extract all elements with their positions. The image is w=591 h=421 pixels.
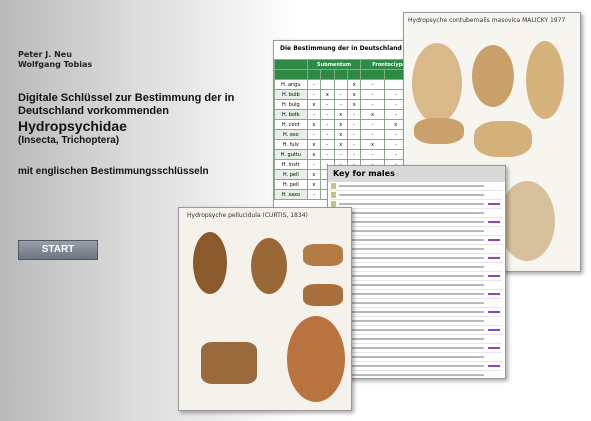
key-entry bbox=[331, 263, 502, 272]
key-entry bbox=[331, 299, 502, 308]
key-entry bbox=[331, 281, 502, 290]
title-block: Digitale Schlüssel zur Bestimmung der in… bbox=[18, 92, 288, 147]
specimen-image bbox=[474, 121, 532, 157]
key-entry bbox=[331, 272, 502, 281]
family-name: Hydropsychidae bbox=[18, 118, 127, 134]
key-entry bbox=[331, 344, 502, 353]
specimen-image bbox=[526, 41, 564, 119]
plate-title: Hydropsyche contubernalis masovica MALIC… bbox=[408, 17, 566, 24]
key-entry bbox=[331, 191, 502, 200]
table-row: H. fulv x - x - x - bbox=[274, 139, 424, 150]
col-header-submentum: Submentum bbox=[306, 59, 362, 70]
key-entry bbox=[331, 317, 502, 326]
authors: Peter J. Neu Wolfgang Tobias bbox=[18, 50, 92, 70]
key-entry bbox=[331, 254, 502, 263]
specimen-image bbox=[414, 118, 464, 144]
key-entry bbox=[331, 200, 502, 209]
table-row: H. botk - - x - x - bbox=[274, 109, 424, 120]
table-row: H. bulg x - - x - - bbox=[274, 99, 424, 110]
taxon-name: (Insecta, Trichoptera) bbox=[18, 135, 120, 146]
table-row: H. exo - - x - - - bbox=[274, 129, 424, 140]
title-line: Digitale Schlüssel zur Bestimmung der in… bbox=[18, 92, 235, 117]
specimen-image bbox=[472, 45, 514, 107]
key-entry bbox=[331, 326, 502, 335]
key-entry bbox=[331, 227, 502, 236]
key-entry bbox=[331, 218, 502, 227]
key-entry bbox=[331, 308, 502, 317]
key-entry bbox=[331, 236, 502, 245]
prosternum-photo bbox=[201, 342, 257, 384]
key-entry bbox=[331, 290, 502, 299]
key-screenshot: Key for males bbox=[327, 165, 506, 379]
submentum-photo bbox=[303, 244, 343, 266]
key-entry bbox=[331, 182, 502, 191]
table-row: H. cont x - x - - x bbox=[274, 119, 424, 130]
key-entry bbox=[331, 245, 502, 254]
key-entry bbox=[331, 335, 502, 344]
key-title: Key for males bbox=[328, 166, 505, 182]
table-row: H. bulb - x - x - - bbox=[274, 89, 424, 100]
photo-plate-screenshot: Hydropsyche pellucidula (CURTIS, 1834) bbox=[178, 207, 352, 411]
subtitle: mit englischen Bestimmungsschlüsseln bbox=[18, 166, 209, 177]
key-entry bbox=[331, 209, 502, 218]
frontoclypeus-photo bbox=[287, 316, 345, 402]
table-row: H. guttu x - - - - - bbox=[274, 149, 424, 160]
larva-head-photo bbox=[251, 238, 287, 294]
key-entry bbox=[331, 353, 502, 362]
specimen-image bbox=[412, 43, 462, 123]
specimen-image bbox=[499, 181, 555, 261]
start-button[interactable]: START bbox=[18, 240, 98, 260]
key-entry bbox=[331, 362, 502, 371]
author-2: Wolfgang Tobias bbox=[18, 60, 93, 69]
larva-head-photo bbox=[193, 232, 227, 294]
submentum-photo bbox=[303, 284, 343, 306]
table-title: Die Bestimmung der in Deutschland bbox=[274, 41, 424, 59]
key-entry bbox=[331, 371, 502, 378]
photo-title: Hydropsyche pellucidula (CURTIS, 1834) bbox=[187, 212, 308, 219]
author-1: Peter J. Neu bbox=[18, 50, 72, 59]
table-row: H. angu - x - bbox=[274, 79, 424, 90]
